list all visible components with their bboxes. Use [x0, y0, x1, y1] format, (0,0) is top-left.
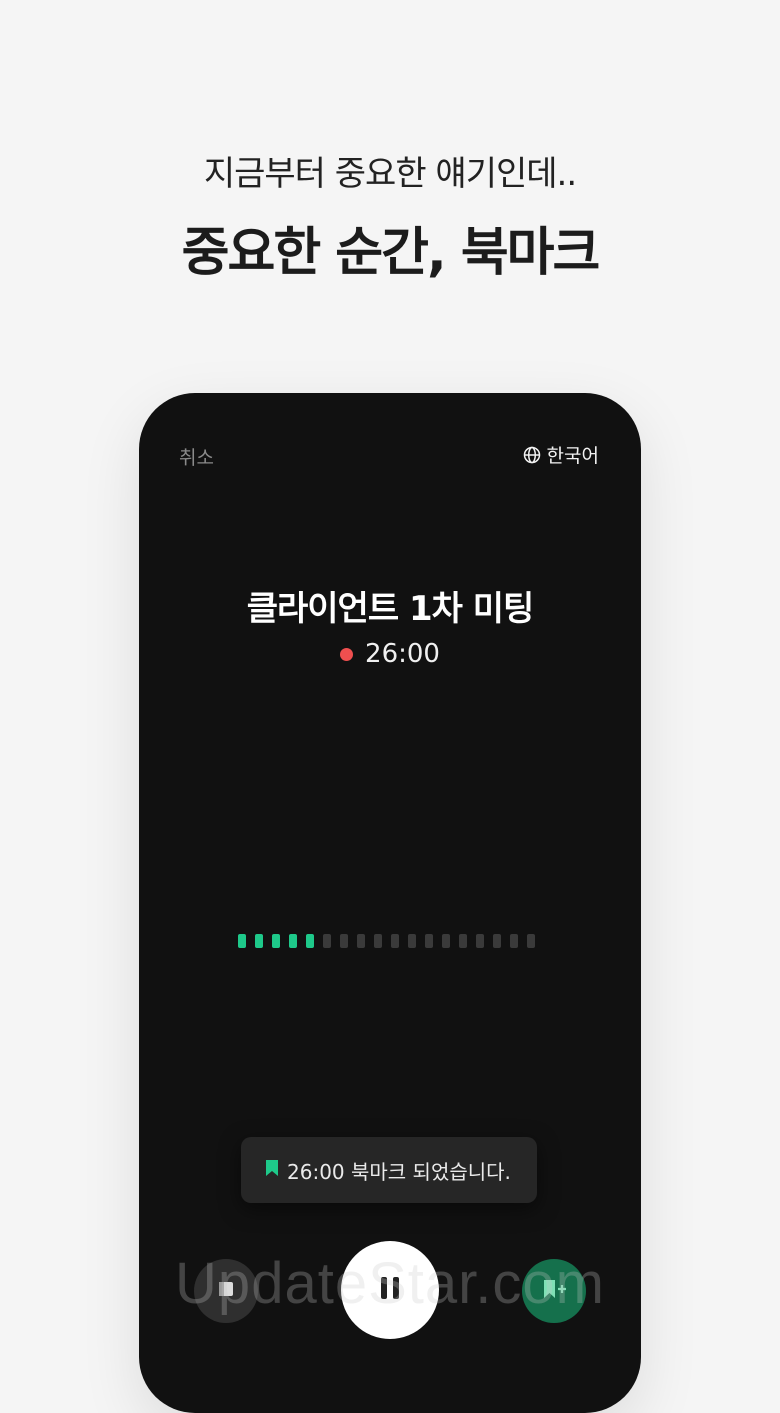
toast-message: 26:00 북마크 되었습니다. — [287, 1159, 511, 1184]
level-bar — [374, 934, 382, 948]
level-bar — [357, 934, 365, 948]
language-selector[interactable]: 한국어 — [523, 441, 599, 468]
audio-level-meter — [238, 934, 535, 948]
level-bar — [425, 934, 433, 948]
language-label: 한국어 — [546, 445, 599, 467]
level-bar — [408, 934, 416, 948]
level-bar — [493, 934, 501, 948]
elapsed-time: 26:00 — [365, 639, 440, 669]
bookmark-add-icon — [541, 1278, 567, 1304]
level-bar — [289, 934, 297, 948]
level-bar — [476, 934, 484, 948]
cancel-button[interactable]: 취소 — [179, 443, 214, 470]
level-bar — [442, 934, 450, 948]
note-button[interactable] — [194, 1259, 258, 1323]
pause-button[interactable] — [341, 1241, 439, 1339]
recording-timer: 26:00 — [139, 639, 641, 669]
level-bar — [238, 934, 246, 948]
meeting-title: 클라이언트 1차 미팅 — [246, 589, 535, 629]
add-bookmark-button[interactable] — [522, 1259, 586, 1323]
promo-subtitle: 지금부터 중요한 얘기인데.. — [203, 154, 577, 194]
level-bar — [459, 934, 467, 948]
level-bar — [272, 934, 280, 948]
globe-icon — [523, 446, 541, 464]
phone-screen: 취소 한국어 클라이언트 1차 미팅 26:00 26:00 북마크 되었습니다… — [139, 393, 641, 1413]
level-bar — [510, 934, 518, 948]
recording-dot — [340, 647, 354, 661]
promo-headline: 중요한 순간, 북마크 — [181, 223, 601, 283]
bookmark-toast: 26:00 북마크 되었습니다. — [241, 1137, 537, 1203]
pause-icon — [379, 1275, 401, 1305]
bookmark-icon — [265, 1158, 279, 1182]
level-bar — [255, 934, 263, 948]
level-bar — [391, 934, 399, 948]
level-bar — [340, 934, 348, 948]
level-bar — [527, 934, 535, 948]
level-bar — [306, 934, 314, 948]
note-icon — [216, 1279, 236, 1303]
level-bar — [323, 934, 331, 948]
